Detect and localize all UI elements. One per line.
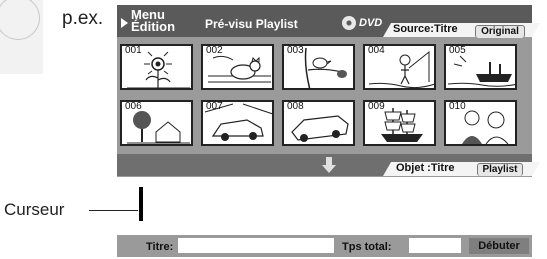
thumbnail-002[interactable]: 002	[201, 44, 274, 90]
thumbnail-number: 009	[368, 101, 385, 112]
down-arrow-icon	[322, 157, 336, 173]
playlist-area[interactable]	[117, 177, 532, 235]
thumbnail-007[interactable]: 007	[201, 100, 274, 146]
thumbnail-number: 003	[287, 45, 304, 56]
thumbnail-005[interactable]: 005	[444, 44, 517, 90]
cursor-callout-label: Curseur	[4, 200, 65, 219]
cursor-callout-line	[89, 210, 138, 211]
cursor	[139, 187, 143, 221]
title-field	[178, 238, 334, 253]
source-label: Source:Titre	[393, 23, 458, 35]
total-time-field	[409, 238, 461, 253]
thumbnail-004[interactable]: 004	[363, 44, 436, 90]
original-button[interactable]: Original	[475, 25, 525, 38]
thumbnail-010[interactable]: 010	[444, 100, 517, 146]
thumbnail-number: 002	[206, 45, 223, 56]
triangle-pointer-icon	[121, 18, 128, 28]
thumbnail-number: 001	[125, 45, 142, 56]
screen-title: Pré-visu Playlist	[205, 17, 298, 31]
thumbnail-003[interactable]: 003	[282, 44, 355, 90]
thumbnail-008[interactable]: 008	[282, 100, 355, 146]
playlist-edit-screen: Menu Édition Pré-visu Playlist DVD Sourc…	[117, 5, 541, 257]
start-button[interactable]: Débuter	[469, 238, 529, 254]
thumbnail-001[interactable]: 001	[120, 44, 193, 90]
edition-line: Édition	[131, 19, 176, 34]
object-label: Objet :Titre	[396, 162, 455, 174]
thumbnail-009[interactable]: 009	[363, 100, 436, 146]
playlist-button[interactable]: Playlist	[477, 163, 523, 176]
dvd-label: DVD	[359, 17, 383, 29]
thumbnail-number: 006	[125, 101, 142, 112]
thumbnail-number: 004	[368, 45, 385, 56]
thumbnail-006[interactable]: 006	[120, 100, 193, 146]
thumbnail-number: 007	[206, 101, 223, 112]
thumbnail-number: 010	[449, 101, 466, 112]
title-label: Titre:	[146, 241, 174, 253]
thumbnail-number: 005	[449, 45, 466, 56]
menu-edition-button[interactable]: Menu Édition	[131, 8, 176, 34]
thumbnail-grid: 001 002 003 004 005 006 007 008 009 010	[117, 41, 532, 151]
dvd-disc-icon	[342, 16, 356, 30]
total-time-label: Tps total:	[342, 241, 392, 253]
example-label: p.ex.	[62, 8, 104, 29]
thumbnail-number: 008	[287, 101, 304, 112]
